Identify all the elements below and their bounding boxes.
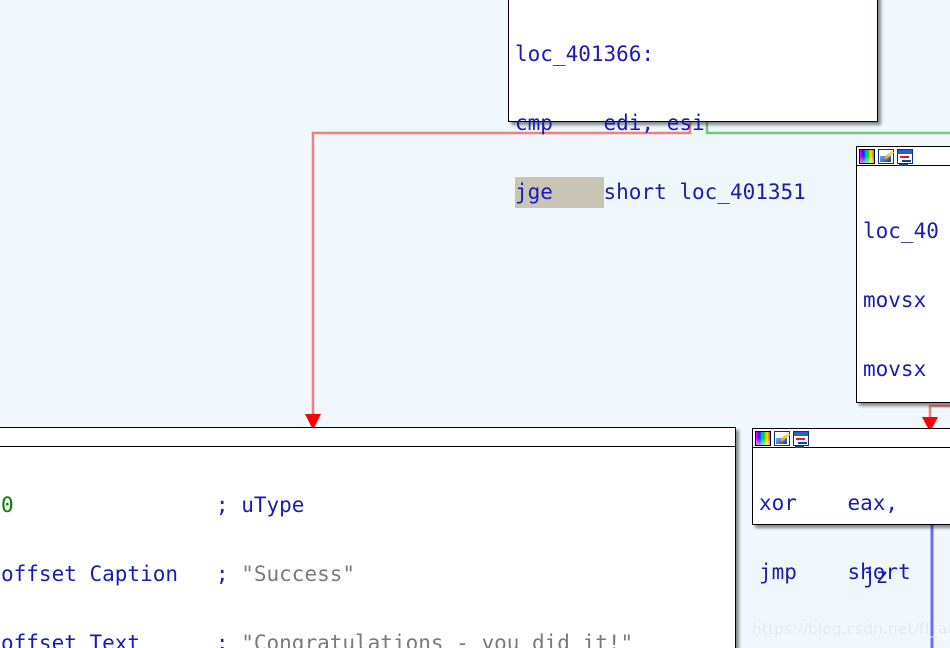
code-line[interactable]: loc_401366: [515, 39, 877, 70]
code-mnemonic: cmp [515, 111, 553, 135]
graph-icon[interactable] [793, 430, 809, 446]
node-code-block: loc_401366: cmp edi, esi jge short loc_401… [509, 0, 877, 250]
code-line[interactable]: cmp edi, esi [515, 108, 877, 139]
code-comment: "Congratulations - you did it!" [241, 631, 634, 648]
graph-canvas[interactable]: loc_401366: cmp edi, esi jge short loc_401… [0, 0, 950, 648]
palette-icon[interactable] [755, 430, 771, 446]
code-line[interactable]: 0; uType [1, 490, 735, 521]
graph-node-loc-40-clipped[interactable]: loc_40 movsx movsx sub cmp jz [856, 146, 950, 588]
code-line[interactable]: jmp short [759, 557, 950, 588]
palette-icon[interactable] [859, 148, 875, 164]
graph-icon[interactable] [897, 148, 913, 164]
code-label: loc_40 [863, 219, 939, 243]
code-operands: offset Text [1, 631, 141, 648]
node-titlebar[interactable] [857, 147, 950, 166]
node-titlebar[interactable] [753, 429, 950, 448]
graph-node-xor-jmp[interactable]: xor eax, jmp short [752, 428, 950, 584]
code-mnemonic: movsx [863, 357, 927, 381]
code-comment: uType [241, 493, 305, 517]
code-line[interactable]: loc_40 [863, 216, 950, 247]
code-operands: edi, esi [603, 111, 705, 135]
code-mnemonic: xor [759, 491, 797, 515]
code-line[interactable]: movsx [863, 285, 950, 316]
comment-semicolon: ; [215, 631, 229, 648]
code-operands: offset Caption [1, 562, 179, 586]
comment-semicolon: ; [215, 562, 229, 586]
comment-semicolon: ; [215, 493, 229, 517]
node-code-block: xor eax, jmp short [753, 448, 950, 630]
pencil-icon[interactable] [878, 148, 894, 164]
code-line[interactable]: offset Caption; "Success" [1, 559, 735, 590]
code-mnemonic-highlighted[interactable]: jge [515, 177, 604, 208]
pencil-icon[interactable] [774, 430, 790, 446]
node-code-block: 0; uType offset Caption; "Success" offse… [0, 447, 735, 648]
code-operands: short [847, 560, 911, 584]
code-mnemonic: jmp [759, 560, 797, 584]
code-comment: "Success" [241, 562, 356, 586]
graph-node-loc-401366[interactable]: loc_401366: cmp edi, esi jge short loc_401… [508, 0, 878, 208]
graph-node-messagebox[interactable]: 0; uType offset Caption; "Success" offse… [0, 427, 736, 648]
code-operands: short loc_401351 [603, 180, 806, 204]
code-operands: eax, [847, 491, 899, 515]
watermark-text: https://blog.csdn.net/ff_aaa [752, 620, 950, 638]
node-titlebar[interactable] [0, 428, 735, 447]
code-label: loc_401366: [515, 42, 655, 66]
code-line[interactable]: movsx [863, 354, 950, 385]
code-line[interactable]: xor eax, [759, 488, 950, 519]
code-mnemonic: movsx [863, 288, 927, 312]
code-line[interactable]: offset Text; "Congratulations - you did … [1, 628, 735, 648]
code-line[interactable]: jge short loc_401351 [515, 177, 877, 208]
code-operands: 0 [1, 493, 14, 517]
